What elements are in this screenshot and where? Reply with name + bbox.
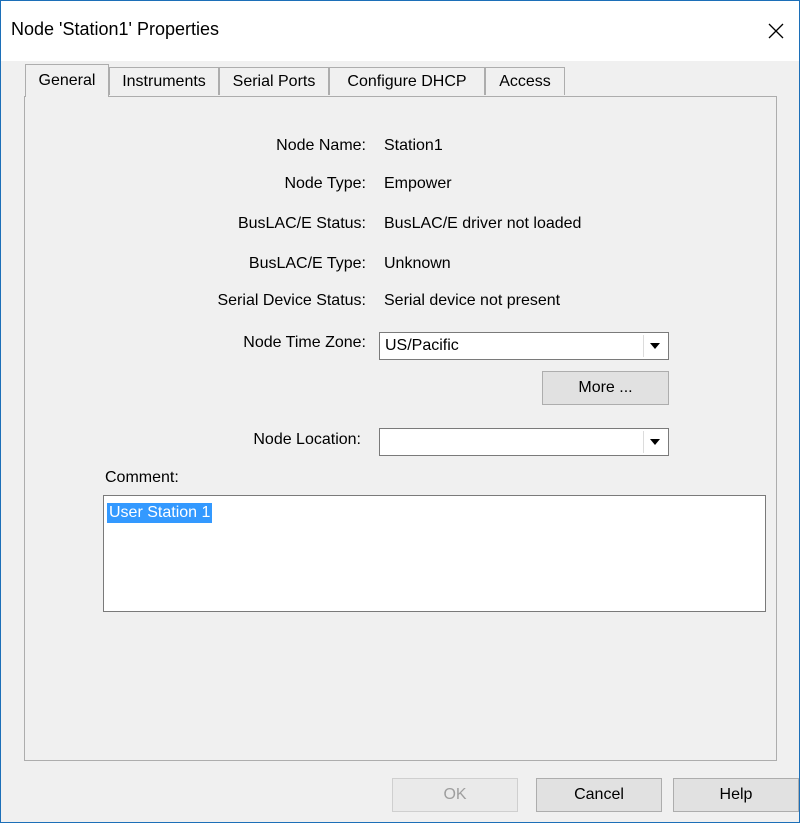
comment-label: Comment: xyxy=(105,469,179,486)
tab-label: General xyxy=(38,72,96,89)
tab-access[interactable]: Access xyxy=(485,67,565,95)
chevron-down-icon xyxy=(650,439,660,445)
cancel-button-label: Cancel xyxy=(574,786,624,803)
help-button-label: Help xyxy=(719,786,753,803)
tab-instruments[interactable]: Instruments xyxy=(109,67,219,95)
location-select[interactable] xyxy=(379,428,669,456)
buslac-type-label: BusLAC/E Type: xyxy=(248,255,366,272)
properties-dialog: Node 'Station1' Properties General Instr… xyxy=(0,0,800,823)
tab-label: Serial Ports xyxy=(232,72,316,90)
tab-label: Access xyxy=(499,72,551,90)
close-icon xyxy=(768,23,784,39)
tab-general[interactable]: General xyxy=(25,64,109,97)
serial-status-value: Serial device not present xyxy=(384,292,561,309)
time-zone-dropdown-button[interactable] xyxy=(643,335,666,357)
buslac-status-label: BusLAC/E Status: xyxy=(237,215,366,232)
location-label: Node Location: xyxy=(253,431,361,448)
time-zone-value: US/Pacific xyxy=(385,337,459,354)
dialog-title: Node 'Station1' Properties xyxy=(11,19,219,39)
title-bar: Node 'Station1' Properties xyxy=(1,1,799,61)
node-type-value: Empower xyxy=(384,175,452,192)
more-button[interactable]: More ... xyxy=(542,371,669,405)
help-button[interactable]: Help xyxy=(673,778,799,812)
comment-textarea[interactable]: User Station 1 xyxy=(103,495,766,612)
cancel-button[interactable]: Cancel xyxy=(536,778,662,812)
tab-label: Configure DHCP xyxy=(347,72,467,90)
tab-configure-dhcp[interactable]: Configure DHCP xyxy=(329,67,485,95)
comment-selected-text: User Station 1 xyxy=(107,503,213,523)
ok-button-label: OK xyxy=(443,786,467,803)
tab-serial-ports[interactable]: Serial Ports xyxy=(219,67,329,95)
buslac-type-value: Unknown xyxy=(384,255,451,272)
time-zone-select[interactable]: US/Pacific xyxy=(379,332,669,360)
close-button[interactable] xyxy=(753,1,799,61)
node-name-value: Station1 xyxy=(384,137,443,154)
more-button-label: More ... xyxy=(578,379,633,396)
node-type-label: Node Type: xyxy=(284,175,366,192)
chevron-down-icon xyxy=(650,343,660,349)
buslac-status-value: BusLAC/E driver not loaded xyxy=(384,215,582,232)
tab-label: Instruments xyxy=(122,72,206,90)
serial-status-label: Serial Device Status: xyxy=(217,292,366,309)
ok-button[interactable]: OK xyxy=(392,778,518,812)
time-zone-label: Node Time Zone: xyxy=(243,334,366,351)
node-name-label: Node Name: xyxy=(276,137,366,154)
location-dropdown-button[interactable] xyxy=(643,431,666,453)
